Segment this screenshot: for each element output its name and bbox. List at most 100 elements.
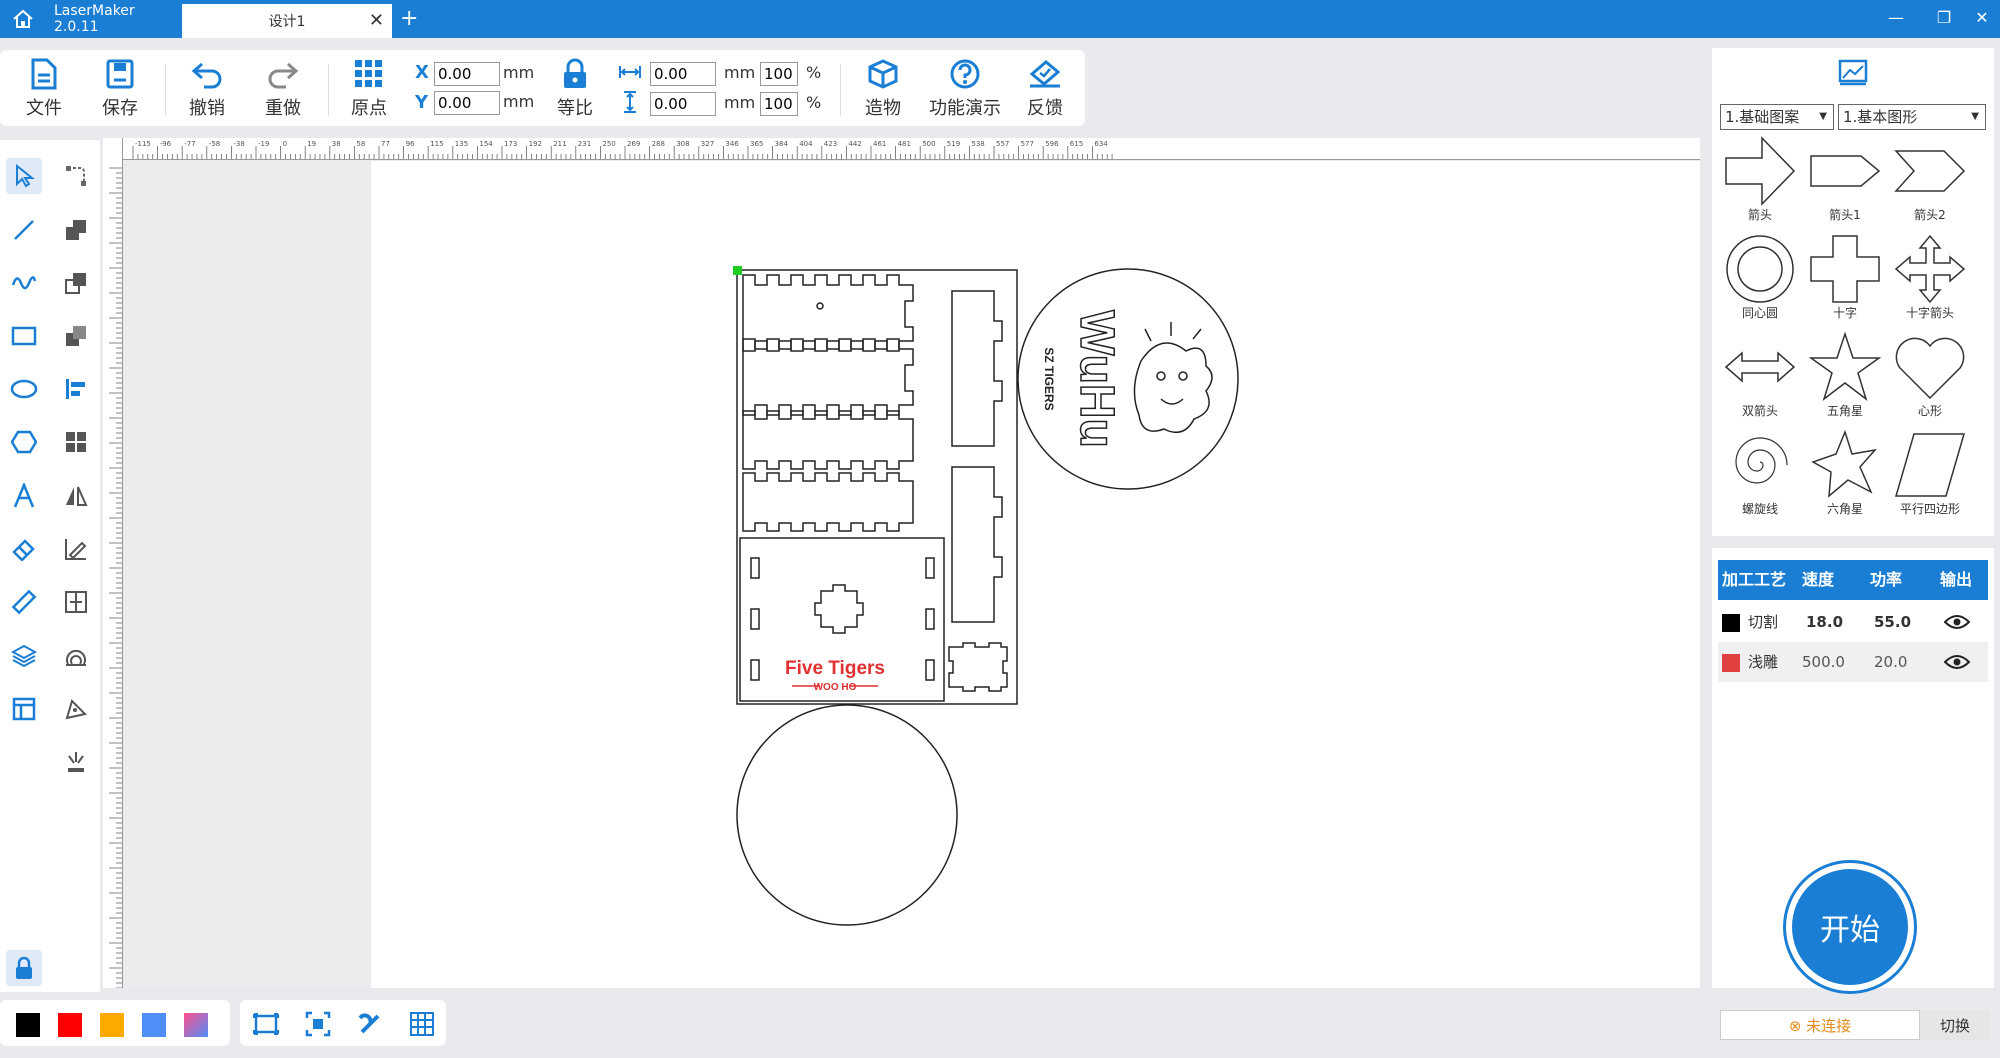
file-button[interactable]: 文件 xyxy=(9,58,79,120)
width-percent-input[interactable] xyxy=(760,62,798,86)
color-swatch-orange[interactable] xyxy=(100,1013,124,1037)
measure-tool[interactable] xyxy=(6,584,42,620)
y-unit: mm xyxy=(503,92,535,111)
canvas-area[interactable]: Five Tigers WOO HO WuHu SZ TIGERS xyxy=(124,161,1700,988)
height-input[interactable] xyxy=(650,92,716,116)
undo-button[interactable]: 撤销 xyxy=(172,58,242,120)
header-speed: 速度 xyxy=(1802,570,1835,589)
home-icon[interactable] xyxy=(12,9,34,29)
close-tab-icon[interactable]: ✕ xyxy=(369,10,384,31)
ruler-tick-label: 461 xyxy=(873,140,886,148)
node-edit-icon xyxy=(66,166,86,186)
connection-status[interactable]: ⊗ 未连接 xyxy=(1720,1010,1920,1040)
side-bar-top xyxy=(951,290,1003,447)
text-tool[interactable] xyxy=(6,478,42,514)
mirror-tool[interactable] xyxy=(58,478,94,514)
image-shapes-icon[interactable] xyxy=(1837,58,1869,86)
close-window-button[interactable]: ✕ xyxy=(1970,8,1994,27)
minimize-button[interactable]: — xyxy=(1884,8,1908,27)
distribute-tool[interactable] xyxy=(58,584,94,620)
origin-button[interactable]: 原点 xyxy=(334,58,404,120)
intersect-tool[interactable] xyxy=(58,318,94,354)
save-button[interactable]: 保存 xyxy=(85,58,155,120)
rectangle-tool[interactable] xyxy=(6,318,42,354)
shape-concentric-circle[interactable]: 同心圆 xyxy=(1720,234,1800,321)
redo-button[interactable]: 重做 xyxy=(248,58,318,120)
grid-icon[interactable] xyxy=(408,1010,436,1038)
lock-ratio-button[interactable]: 等比 xyxy=(540,58,610,120)
shape-parallelogram[interactable]: 平行四边形 xyxy=(1890,430,1970,517)
process-power[interactable]: 20.0 xyxy=(1874,642,1907,682)
align-tool[interactable] xyxy=(58,371,94,407)
switch-button[interactable]: 切换 xyxy=(1920,1010,1990,1040)
laser-effect-tool[interactable] xyxy=(58,744,94,780)
arrow2-shape-icon xyxy=(1894,150,1966,192)
shape-five-star[interactable]: 五角星 xyxy=(1805,332,1885,419)
shape-six-star[interactable]: 六角星 xyxy=(1805,430,1885,517)
draw-tool[interactable] xyxy=(58,691,94,727)
process-row-engrave[interactable]: 浅雕 500.0 20.0 xyxy=(1718,642,1988,682)
polygon-tool[interactable] xyxy=(6,424,42,460)
shape-arrow-2[interactable]: 箭头2 xyxy=(1890,136,1970,223)
shape-arrow[interactable]: 箭头 xyxy=(1720,136,1800,223)
process-power[interactable]: 55.0 xyxy=(1874,602,1911,642)
color-swatch-gradient[interactable] xyxy=(184,1013,208,1037)
dropdown-arrow-icon: ▼ xyxy=(1971,111,1979,122)
edit-path-tool[interactable] xyxy=(58,531,94,567)
shape-cross[interactable]: 十字 xyxy=(1805,234,1885,321)
fit-selection-icon[interactable] xyxy=(304,1010,332,1038)
union-tool[interactable] xyxy=(58,212,94,248)
app-title-tab[interactable]: LaserMaker 2.0.11 xyxy=(40,0,180,38)
canvas-lock-button[interactable] xyxy=(6,950,42,986)
shape-double-arrow[interactable]: 双箭头 xyxy=(1720,332,1800,419)
offset-tool[interactable] xyxy=(58,638,94,674)
x-input[interactable] xyxy=(434,62,500,86)
subtract-tool[interactable] xyxy=(58,265,94,301)
eye-icon[interactable] xyxy=(1944,654,1970,670)
layer-color-red[interactable] xyxy=(1722,654,1740,672)
select-tool[interactable] xyxy=(6,158,42,194)
shape-cross-arrow[interactable]: 十字箭头 xyxy=(1890,234,1970,321)
x-unit: mm xyxy=(503,63,535,82)
new-tab-button[interactable]: + xyxy=(400,6,418,31)
feedback-button[interactable]: 反馈 xyxy=(1010,58,1080,120)
ellipse-tool[interactable] xyxy=(6,371,42,407)
snap-magnet-icon[interactable] xyxy=(356,1010,384,1038)
layer-color-black[interactable] xyxy=(1722,614,1740,632)
restore-button[interactable]: ❐ xyxy=(1932,8,1956,27)
width-input[interactable] xyxy=(650,62,716,86)
eraser-tool[interactable] xyxy=(6,531,42,567)
fit-page-icon[interactable] xyxy=(252,1010,280,1038)
demo-button[interactable]: 功能演示 xyxy=(920,58,1010,120)
category-select[interactable]: 1.基础图案 ▼ xyxy=(1720,104,1834,130)
color-swatch-red[interactable] xyxy=(58,1013,82,1037)
layers-icon xyxy=(11,644,37,668)
shape-arrow-1[interactable]: 箭头1 xyxy=(1805,136,1885,223)
line-tool[interactable] xyxy=(6,212,42,248)
template-tool[interactable] xyxy=(6,691,42,727)
process-speed[interactable]: 500.0 xyxy=(1802,642,1845,682)
shape-spiral[interactable]: 螺旋线 xyxy=(1720,430,1800,517)
layers-tool[interactable] xyxy=(6,638,42,674)
curve-tool[interactable] xyxy=(6,265,42,301)
subcategory-select[interactable]: 1.基本图形 ▼ xyxy=(1838,104,1986,130)
height-percent-sign: % xyxy=(806,93,822,112)
ruler-tick-label: 96 xyxy=(406,140,415,148)
build-button[interactable]: 造物 xyxy=(848,58,918,120)
color-swatch-blue[interactable] xyxy=(142,1013,166,1037)
node-edit-tool[interactable] xyxy=(58,158,94,194)
eye-icon[interactable] xyxy=(1944,614,1970,630)
array-tool[interactable] xyxy=(58,424,94,460)
start-button[interactable]: 开始 xyxy=(1783,860,1917,994)
header-power: 功率 xyxy=(1870,570,1903,589)
document-tab[interactable]: 设计1 ✕ xyxy=(182,4,392,38)
y-input[interactable] xyxy=(434,91,500,115)
shape-heart[interactable]: 心形 xyxy=(1890,332,1970,419)
horizontal-ruler: mm-115-96-77-58-38-190193858779611513515… xyxy=(103,138,1700,160)
ruler-tick-label: 250 xyxy=(602,140,615,148)
process-speed[interactable]: 18.0 xyxy=(1806,602,1843,642)
process-row-cut[interactable]: 切割 18.0 55.0 xyxy=(1718,602,1988,642)
color-swatch-black[interactable] xyxy=(16,1013,40,1037)
artboard[interactable]: Five Tigers WOO HO WuHu SZ TIGERS xyxy=(371,161,1700,988)
height-percent-input[interactable] xyxy=(760,92,798,116)
